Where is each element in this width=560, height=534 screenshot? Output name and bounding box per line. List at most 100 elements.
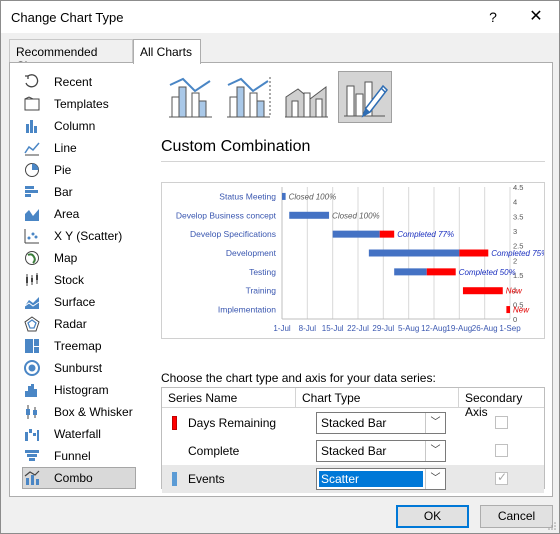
data-label: New (506, 287, 523, 296)
close-button[interactable]: ✕ (521, 5, 551, 29)
bar-days-remaining (459, 249, 489, 257)
nav-item-label: X Y (Scatter) (54, 229, 123, 243)
category-label: Status Meeting (219, 191, 276, 201)
nav-item-label: Recent (54, 75, 93, 89)
secondary-axis-checkbox[interactable] (495, 444, 508, 457)
custom-combination-icon[interactable] (338, 71, 392, 123)
nav-item-label: Treemap (54, 339, 102, 353)
treemap-chart-icon (25, 339, 39, 353)
divider (161, 161, 545, 162)
column-divider (295, 388, 296, 408)
stock-chart-icon (26, 273, 38, 286)
nav-item-label: Pie (54, 163, 72, 177)
box-whisker-chart-icon (26, 405, 37, 419)
nav-item-histogram[interactable]: Histogram (22, 379, 136, 401)
tab-all-charts[interactable]: All Charts (133, 39, 201, 64)
series-name: Events (188, 472, 225, 486)
nav-item-label: Histogram (54, 383, 109, 397)
series-row-days-remaining[interactable]: Days Remaining Stacked Bar ﹀ (162, 409, 544, 437)
chart-type-dropdown[interactable]: Scatter ﹀ (316, 468, 446, 490)
x-tick-label: 8-Jul (299, 324, 317, 333)
column-chart-icon (26, 120, 37, 133)
chart-type-dropdown[interactable]: Stacked Bar ﹀ (316, 440, 446, 462)
nav-item-column[interactable]: Column (22, 115, 136, 137)
series-row-complete[interactable]: Complete Stacked Bar ﹀ (162, 437, 544, 465)
nav-item-funnel[interactable]: Funnel (22, 445, 136, 467)
nav-item-surface[interactable]: Surface (22, 291, 136, 313)
chevron-down-icon[interactable]: ﹀ (425, 441, 445, 461)
bar-complete (282, 192, 286, 200)
nav-item-label: Bar (54, 185, 73, 199)
area-chart-icon (25, 209, 39, 221)
x-tick-label: 19-Aug (446, 324, 472, 333)
chart-type-value: Scatter (319, 471, 423, 487)
category-label: Testing (249, 267, 276, 277)
chevron-down-icon[interactable]: ﹀ (425, 413, 445, 433)
column-divider (458, 388, 459, 408)
y2-tick-label: 0 (513, 315, 517, 324)
nav-item-stock[interactable]: Stock (22, 269, 136, 291)
stacked-area-clustered-column-icon[interactable] (280, 71, 334, 123)
tab-label: All Charts (140, 45, 193, 59)
data-label: Closed 100% (332, 211, 380, 220)
resize-grip-icon[interactable] (547, 521, 557, 531)
dialog-title: Change Chart Type (11, 10, 124, 25)
radar-chart-icon (24, 316, 40, 332)
change-chart-type-dialog: Change Chart Type ? ✕ Recommended Charts… (0, 0, 560, 534)
clustered-column-line-icon[interactable] (164, 71, 218, 123)
nav-item-label: Waterfall (54, 427, 101, 441)
nav-item-waterfall[interactable]: Waterfall (22, 423, 136, 445)
category-label: Training (246, 286, 277, 296)
nav-item-pie[interactable]: Pie (22, 159, 136, 181)
nav-item-radar[interactable]: Radar (22, 313, 136, 335)
templates-icon (24, 96, 40, 111)
bar-chart-icon (25, 186, 38, 197)
nav-item-line[interactable]: Line (22, 137, 136, 159)
waterfall-chart-icon (25, 429, 39, 441)
nav-item-box-whisker[interactable]: Box & Whisker (22, 401, 136, 423)
data-label: Completed 75% (491, 249, 544, 258)
surface-chart-icon (24, 297, 40, 309)
tab-recommended-charts[interactable]: Recommended Charts (9, 39, 133, 73)
chart-category-list: Recent Templates Column Line Pie Bar Area X Y (… (22, 71, 146, 489)
nav-item-label: Surface (54, 295, 96, 309)
x-tick-label: 22-Jul (347, 324, 369, 333)
chevron-down-icon[interactable]: ﹀ (425, 469, 445, 489)
nav-item-bar[interactable]: Bar (22, 181, 136, 203)
series-prompt: Choose the chart type and axis for your … (161, 371, 436, 385)
help-button[interactable]: ? (479, 5, 507, 29)
series-name: Complete (188, 444, 240, 458)
x-tick-label: 5-Aug (398, 324, 419, 333)
bar-days-remaining (426, 268, 456, 276)
secondary-axis-checkbox[interactable] (495, 470, 508, 485)
x-tick-label: 29-Jul (372, 324, 394, 333)
nav-item-area[interactable]: Area (22, 203, 136, 225)
line-chart-icon (24, 142, 40, 156)
nav-item-recent[interactable]: Recent (22, 71, 136, 93)
data-label: New (513, 306, 530, 315)
pie-chart-icon (25, 163, 39, 177)
nav-item-sunburst[interactable]: Sunburst (22, 357, 136, 379)
nav-item-map[interactable]: Map (22, 247, 136, 269)
chart-type-value: Stacked Bar (321, 444, 387, 458)
nav-item-templates[interactable]: Templates (22, 93, 136, 115)
cancel-button[interactable]: Cancel (480, 505, 553, 528)
nav-item-label: Map (54, 251, 78, 265)
nav-item-x-y-scatter[interactable]: X Y (Scatter) (22, 225, 136, 247)
secondary-axis-checkbox[interactable] (495, 416, 508, 429)
chart-type-dropdown[interactable]: Stacked Bar ﹀ (316, 412, 446, 434)
all-charts-panel: Recent Templates Column Line Pie Bar Area X Y (… (9, 62, 553, 497)
series-color-swatch (172, 416, 177, 430)
nav-item-combo[interactable]: Combo (22, 467, 136, 489)
chart-preview: 1-Jul 8-Jul 15-Jul 22-Jul 29-Jul 5-Aug 12-Aug 1… (161, 182, 548, 339)
nav-item-treemap[interactable]: Treemap (22, 335, 136, 357)
chart-subtype-title: Custom Combination (161, 138, 311, 155)
x-tick-label: 1-Sep (499, 324, 521, 333)
series-row-events[interactable]: Events Scatter ﹀ (162, 465, 544, 493)
clustered-column-line-secondary-icon[interactable] (222, 71, 276, 123)
y2-tick-label: 3 (513, 227, 517, 236)
ok-button[interactable]: OK (396, 505, 469, 528)
category-label: Develop Specifications (190, 229, 276, 239)
bar-complete (368, 249, 460, 257)
header-series-name: Series Name (168, 391, 238, 405)
